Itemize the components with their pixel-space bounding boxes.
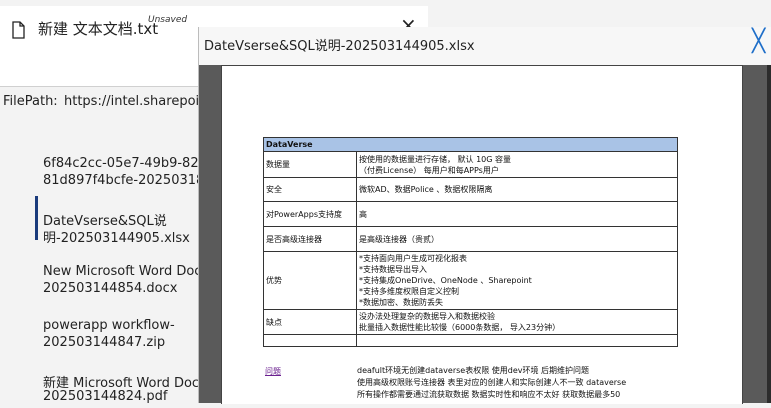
issue-line: deafult环境无创建dataverse表权限 使用dev环境 后期维护问题 — [357, 366, 590, 375]
file-item-line: 明-202503144905.xlsx — [43, 231, 190, 246]
table-row — [263, 334, 678, 347]
row-value: 没办法处理复杂的数据导入和数据校验 批量插入数据性能比较慢（6000条数据， 导… — [356, 309, 678, 335]
table-row: 安全 微软AD、数据Police 、数据权限隔离 — [263, 177, 678, 202]
file-item-line: powerapp workflow- — [43, 318, 175, 333]
issue-lines: deafult环境无创建dataverse表权限 使用dev环境 后期维护问题 … — [357, 365, 626, 401]
row-value: 微软AD、数据Police 、数据权限隔离 — [356, 177, 678, 202]
row-key: 数据量 — [263, 151, 357, 178]
file-item-line: New Microsoft Word Docu — [43, 264, 210, 279]
file-item-selected[interactable]: DateVserse&SQL说 明-202503144905.xlsx — [0, 196, 200, 246]
row-key — [263, 334, 357, 347]
table-header-row: DataVerse — [263, 137, 678, 152]
row-value: 是高级连接器（贵贰） — [356, 226, 678, 252]
file-item[interactable]: 6f84c2cc-05e7-49b9-821b 81d897f4bcfe-202… — [0, 156, 221, 192]
file-item-line: 6f84c2cc-05e7-49b9-821b — [43, 156, 216, 171]
table-row: 优势 *支持面向用户生成可视化报表 *支持数据导出导入 *支持集成OneDriv… — [263, 251, 678, 310]
table-row: 是否高级连接器 是高级连接器（贵贰） — [263, 226, 678, 252]
file-item-line: 81d897f4bcfe-2025031805 — [43, 173, 221, 188]
document-page: DataVerse 数据量 按使用的数据量进行存储， 默认 10G 容量 （付费… — [221, 65, 743, 404]
selection-indicator — [35, 196, 38, 240]
filepath-label: FilePath: — [3, 94, 58, 109]
table-header: DataVerse — [263, 137, 678, 152]
file-item[interactable]: powerapp workflow- 202503144847.zip — [0, 318, 200, 354]
tab-title: 新建 文本文档.txt — [38, 20, 159, 38]
file-item-line: 202503144824.pdf — [43, 389, 168, 404]
filepath-value: https://intel.sharepoin — [64, 94, 208, 109]
document-canvas[interactable]: DataVerse 数据量 按使用的数据量进行存储， 默认 10G 容量 （付费… — [199, 65, 771, 404]
issue-line: 使用高级权限账号连接器 表里对应的创建人和实际创建人不一致 dataverse — [357, 378, 627, 387]
row-key: 缺点 — [263, 309, 357, 335]
issue-label[interactable]: 问题 — [265, 366, 281, 377]
row-value: 按使用的数据量进行存储， 默认 10G 容量 （付费License） 每用户和每… — [356, 151, 678, 178]
unsaved-badge: Unsaved — [148, 15, 188, 25]
table-row: 缺点 没办法处理复杂的数据导入和数据校验 批量插入数据性能比较慢（6000条数据… — [263, 309, 678, 335]
row-key: 是否高级连接器 — [263, 226, 357, 252]
table-row: 数据量 按使用的数据量进行存储， 默认 10G 容量 （付费License） 每… — [263, 151, 678, 178]
dataverse-table: DataVerse 数据量 按使用的数据量进行存储， 默认 10G 容量 （付费… — [263, 137, 678, 347]
row-value — [356, 334, 678, 347]
document-icon — [12, 21, 25, 39]
row-key: 对PowerApps支持度 — [263, 201, 357, 227]
table-row: 对PowerApps支持度 高 — [263, 201, 678, 227]
row-key: 优势 — [263, 251, 357, 310]
row-key: 安全 — [263, 177, 357, 202]
file-item-line: 202503144854.docx — [43, 281, 178, 296]
close-viewer-icon[interactable]: ╳ — [752, 29, 765, 54]
file-viewer-panel: DateVserse&SQL说明-202503144905.xlsx ╳ Dat… — [198, 27, 771, 404]
row-value: 高 — [356, 201, 678, 227]
viewer-title: DateVserse&SQL说明-202503144905.xlsx — [204, 39, 475, 54]
file-item-line: 202503144847.zip — [43, 335, 166, 350]
row-value: *支持面向用户生成可视化报表 *支持数据导出导入 *支持集成OneDrive、O… — [356, 251, 678, 310]
issue-line: 所有操作都需要通过流获取数据 数据实时性和响应不太好 获取数据最多50 — [357, 390, 621, 399]
file-item[interactable]: New Microsoft Word Docu 202503144854.doc… — [0, 264, 210, 300]
vertical-scrollbar[interactable] — [767, 65, 771, 403]
